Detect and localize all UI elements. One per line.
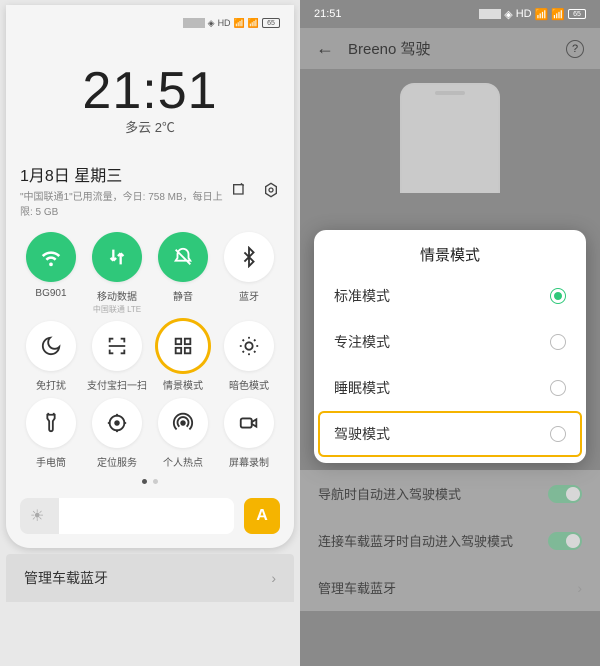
row-label: 连接车载蓝牙时自动进入驾驶模式: [318, 531, 513, 550]
brightness-slider[interactable]: ☀: [20, 498, 234, 534]
weather-text: 多云 2℃: [20, 117, 280, 136]
phone-illustration: [400, 83, 500, 193]
radio-icon: [550, 288, 566, 304]
loc-icon[interactable]: [92, 398, 142, 448]
date-text: 1月8日 星期三: [20, 162, 230, 186]
tile-scene[interactable]: 情景模式: [152, 321, 214, 392]
row-label: 导航时自动进入驾驶模式: [318, 484, 461, 503]
brightness-icon: ☀: [30, 506, 44, 526]
radio-icon: [550, 426, 566, 442]
toggle-switch[interactable]: [548, 532, 582, 550]
tile-dnd[interactable]: 免打扰: [20, 321, 82, 392]
tile-label: 定位服务: [97, 454, 137, 469]
battery-icon: 65: [262, 18, 280, 28]
tile-label: 静音: [173, 288, 193, 303]
tile-torch[interactable]: 手电筒: [20, 398, 82, 469]
tile-label: 支付宝扫一扫: [87, 377, 147, 392]
clock: 21:51: [20, 61, 280, 121]
page-header: ← Breeno 驾驶 ?: [300, 28, 600, 69]
auto-brightness-button[interactable]: A: [244, 498, 280, 534]
wifi-icon: ◈: [208, 18, 215, 29]
dnd-icon[interactable]: [26, 321, 76, 371]
tile-rec[interactable]: 屏幕录制: [218, 398, 280, 469]
tile-label: 个人热点: [163, 454, 203, 469]
scan-icon[interactable]: [92, 321, 142, 371]
toggle-switch[interactable]: [548, 485, 582, 503]
tile-bt[interactable]: 蓝牙: [218, 232, 280, 315]
tile-label: 移动数据: [97, 288, 137, 303]
chevron-right-icon: ›: [577, 580, 582, 596]
setting-row[interactable]: 管理车载蓝牙 ›: [300, 564, 600, 611]
rec-icon[interactable]: [224, 398, 274, 448]
edit-icon[interactable]: [230, 181, 248, 199]
tile-label: 蓝牙: [239, 288, 259, 303]
dialog-title: 情景模式: [314, 244, 586, 273]
option-label: 标准模式: [334, 286, 390, 306]
signal-icon: 📶: [248, 18, 259, 29]
tile-sublabel: 中国联通 LTE: [93, 304, 141, 315]
data-icon[interactable]: [92, 232, 142, 282]
hotspot-icon[interactable]: [158, 398, 208, 448]
data-usage-text: "中国联通1"已用流量，今日: 758 MB，每日上限: 5 GB: [20, 188, 230, 218]
radio-icon: [550, 334, 566, 350]
tile-label: 屏幕录制: [229, 454, 269, 469]
bt-icon[interactable]: [224, 232, 274, 282]
tile-dark[interactable]: 暗色模式: [218, 321, 280, 392]
quick-tiles-grid: BG901 移动数据中国联通 LTE 静音 蓝牙免打扰 支付宝扫一扫 情景模式 暗色模式手电…: [20, 232, 280, 469]
manage-bluetooth-row[interactable]: 管理车载蓝牙 ›: [6, 554, 294, 602]
tile-hotspot[interactable]: 个人热点: [152, 398, 214, 469]
tile-label: BG901: [35, 288, 66, 299]
option-label: 专注模式: [334, 332, 390, 352]
radio-icon: [550, 380, 566, 396]
option-label: 睡眠模式: [334, 378, 390, 398]
row-label: 管理车载蓝牙: [318, 578, 396, 597]
right-screen: 21:51 ◈ HD 📶 📶 65 ← Breeno 驾驶 ? 情景模式 标准模…: [300, 0, 600, 666]
scene-option[interactable]: 驾驶模式: [318, 411, 582, 457]
left-screen: ◈ HD 📶 📶 65 21:51 多云 2℃ 1月8日 星期三 "中国联通1"…: [0, 0, 300, 666]
tile-data[interactable]: 移动数据中国联通 LTE: [86, 232, 148, 315]
chevron-right-icon: ›: [271, 570, 276, 586]
help-icon[interactable]: ?: [566, 40, 584, 58]
status-bar: 21:51 ◈ HD 📶 📶 65: [300, 0, 600, 28]
battery-icon: 65: [568, 9, 586, 19]
page-title: Breeno 驾驶: [348, 38, 552, 59]
tile-wifi[interactable]: BG901: [20, 232, 82, 315]
dark-icon[interactable]: [224, 321, 274, 371]
setting-row[interactable]: 导航时自动进入驾驶模式: [300, 470, 600, 517]
tile-label: 暗色模式: [229, 377, 269, 392]
tile-loc[interactable]: 定位服务: [86, 398, 148, 469]
mute-icon[interactable]: [158, 232, 208, 282]
status-bar: ◈ HD 📶 📶 65: [20, 13, 280, 33]
wifi-icon[interactable]: [26, 232, 76, 282]
status-time: 21:51: [314, 8, 342, 20]
quick-settings-panel: ◈ HD 📶 📶 65 21:51 多云 2℃ 1月8日 星期三 "中国联通1"…: [6, 5, 294, 548]
setting-row[interactable]: 连接车载蓝牙时自动进入驾驶模式: [300, 517, 600, 564]
tile-mute[interactable]: 静音: [152, 232, 214, 315]
scene-mode-dialog: 情景模式 标准模式专注模式睡眠模式驾驶模式: [314, 230, 586, 463]
option-label: 驾驶模式: [334, 424, 390, 444]
scene-option[interactable]: 标准模式: [314, 273, 586, 319]
tile-scan[interactable]: 支付宝扫一扫: [86, 321, 148, 392]
settings-icon[interactable]: [262, 181, 280, 199]
page-indicator: [20, 479, 280, 484]
signal-icon: 📶: [234, 18, 245, 29]
torch-icon[interactable]: [26, 398, 76, 448]
back-icon[interactable]: ←: [316, 38, 334, 59]
tile-label: 手电筒: [36, 454, 66, 469]
scene-icon[interactable]: [158, 321, 208, 371]
tile-label: 免打扰: [36, 377, 66, 392]
scene-option[interactable]: 专注模式: [314, 319, 586, 365]
scene-option[interactable]: 睡眠模式: [314, 365, 586, 411]
signal-icon: 📶: [535, 8, 549, 21]
signal-icon: 📶: [551, 8, 565, 21]
wifi-icon: ◈: [504, 8, 512, 21]
hd-indicator: HD: [218, 18, 231, 28]
row-label: 管理车载蓝牙: [24, 568, 108, 588]
tile-label: 情景模式: [163, 377, 203, 392]
